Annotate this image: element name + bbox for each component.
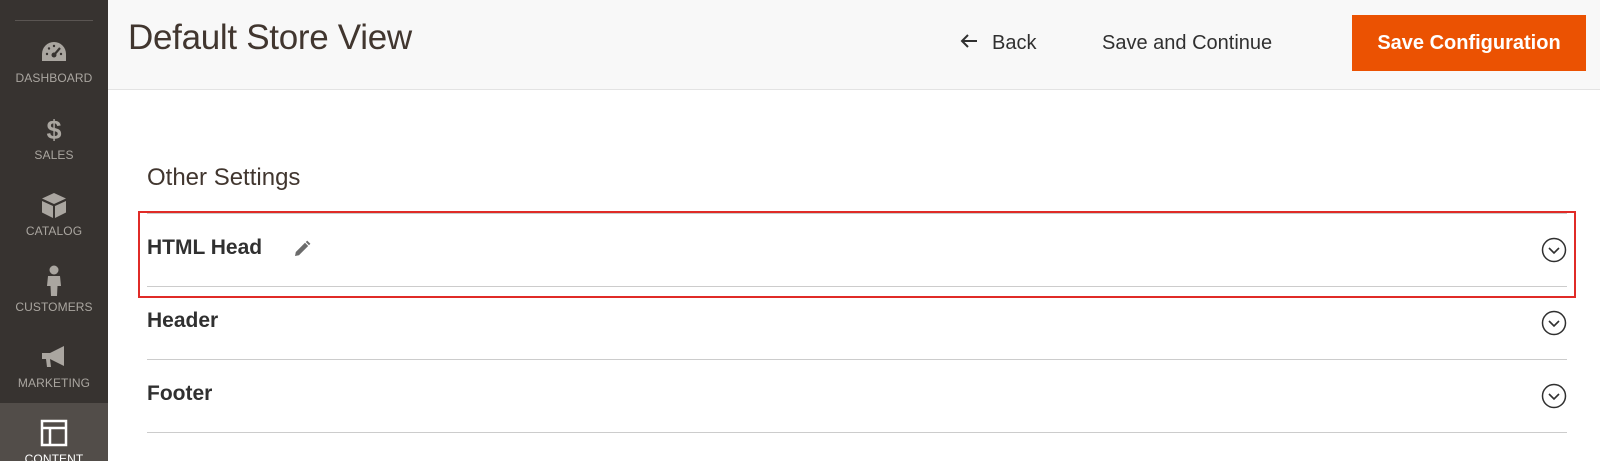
dashboard-icon xyxy=(38,36,70,68)
nav-item-catalog[interactable]: CATALOG xyxy=(0,175,108,253)
nav-label-customers: CUSTOMERS xyxy=(15,300,93,314)
nav-label-marketing: MARKETING xyxy=(17,376,91,390)
nav-label-catalog: CATALOG xyxy=(25,224,83,238)
person-icon xyxy=(38,265,70,297)
group-footer[interactable]: Footer xyxy=(147,359,1567,432)
page-title: Default Store View xyxy=(128,18,412,57)
nav-item-marketing[interactable]: MARKETING xyxy=(0,327,108,405)
nav-label-dashboard: DASHBOARD xyxy=(15,71,93,85)
group-header[interactable]: Header xyxy=(147,286,1567,359)
section-title: Other Settings xyxy=(147,164,301,191)
nav-item-sales[interactable]: $ SALES xyxy=(0,99,108,177)
arrow-left-icon xyxy=(960,32,978,55)
chevron-down-icon[interactable] xyxy=(1541,383,1567,409)
save-and-continue-button[interactable]: Save and Continue xyxy=(1102,26,1272,60)
pencil-icon[interactable] xyxy=(292,239,312,259)
svg-text:$: $ xyxy=(46,115,61,144)
nav-item-customers[interactable]: CUSTOMERS xyxy=(0,251,108,329)
group-html-head[interactable]: HTML Head xyxy=(147,213,1567,286)
admin-sidebar: DASHBOARD $ SALES CATALOG CUSTOMERS MARK… xyxy=(0,0,108,461)
dollar-icon: $ xyxy=(38,113,70,145)
nav-label-content: CONTENT xyxy=(24,452,84,461)
group-label-footer: Footer xyxy=(147,382,213,405)
back-label: Back xyxy=(992,31,1037,54)
layout-icon xyxy=(38,417,70,449)
chevron-down-icon[interactable] xyxy=(1541,310,1567,336)
page-header: Default Store View Back Save and Continu… xyxy=(108,0,1600,90)
save-configuration-button[interactable]: Save Configuration xyxy=(1352,15,1586,71)
group-label-html-head: HTML Head xyxy=(147,236,263,259)
nav-item-dashboard[interactable]: DASHBOARD xyxy=(0,22,108,100)
nav-item-content[interactable]: CONTENT xyxy=(0,403,108,461)
group-divider xyxy=(147,432,1567,433)
sidebar-divider xyxy=(15,20,93,21)
chevron-down-icon[interactable] xyxy=(1541,237,1567,263)
megaphone-icon xyxy=(38,341,70,373)
nav-label-sales: SALES xyxy=(34,148,74,162)
group-label-header: Header xyxy=(147,309,219,332)
back-button[interactable]: Back xyxy=(960,26,1036,60)
box-icon xyxy=(38,189,70,221)
